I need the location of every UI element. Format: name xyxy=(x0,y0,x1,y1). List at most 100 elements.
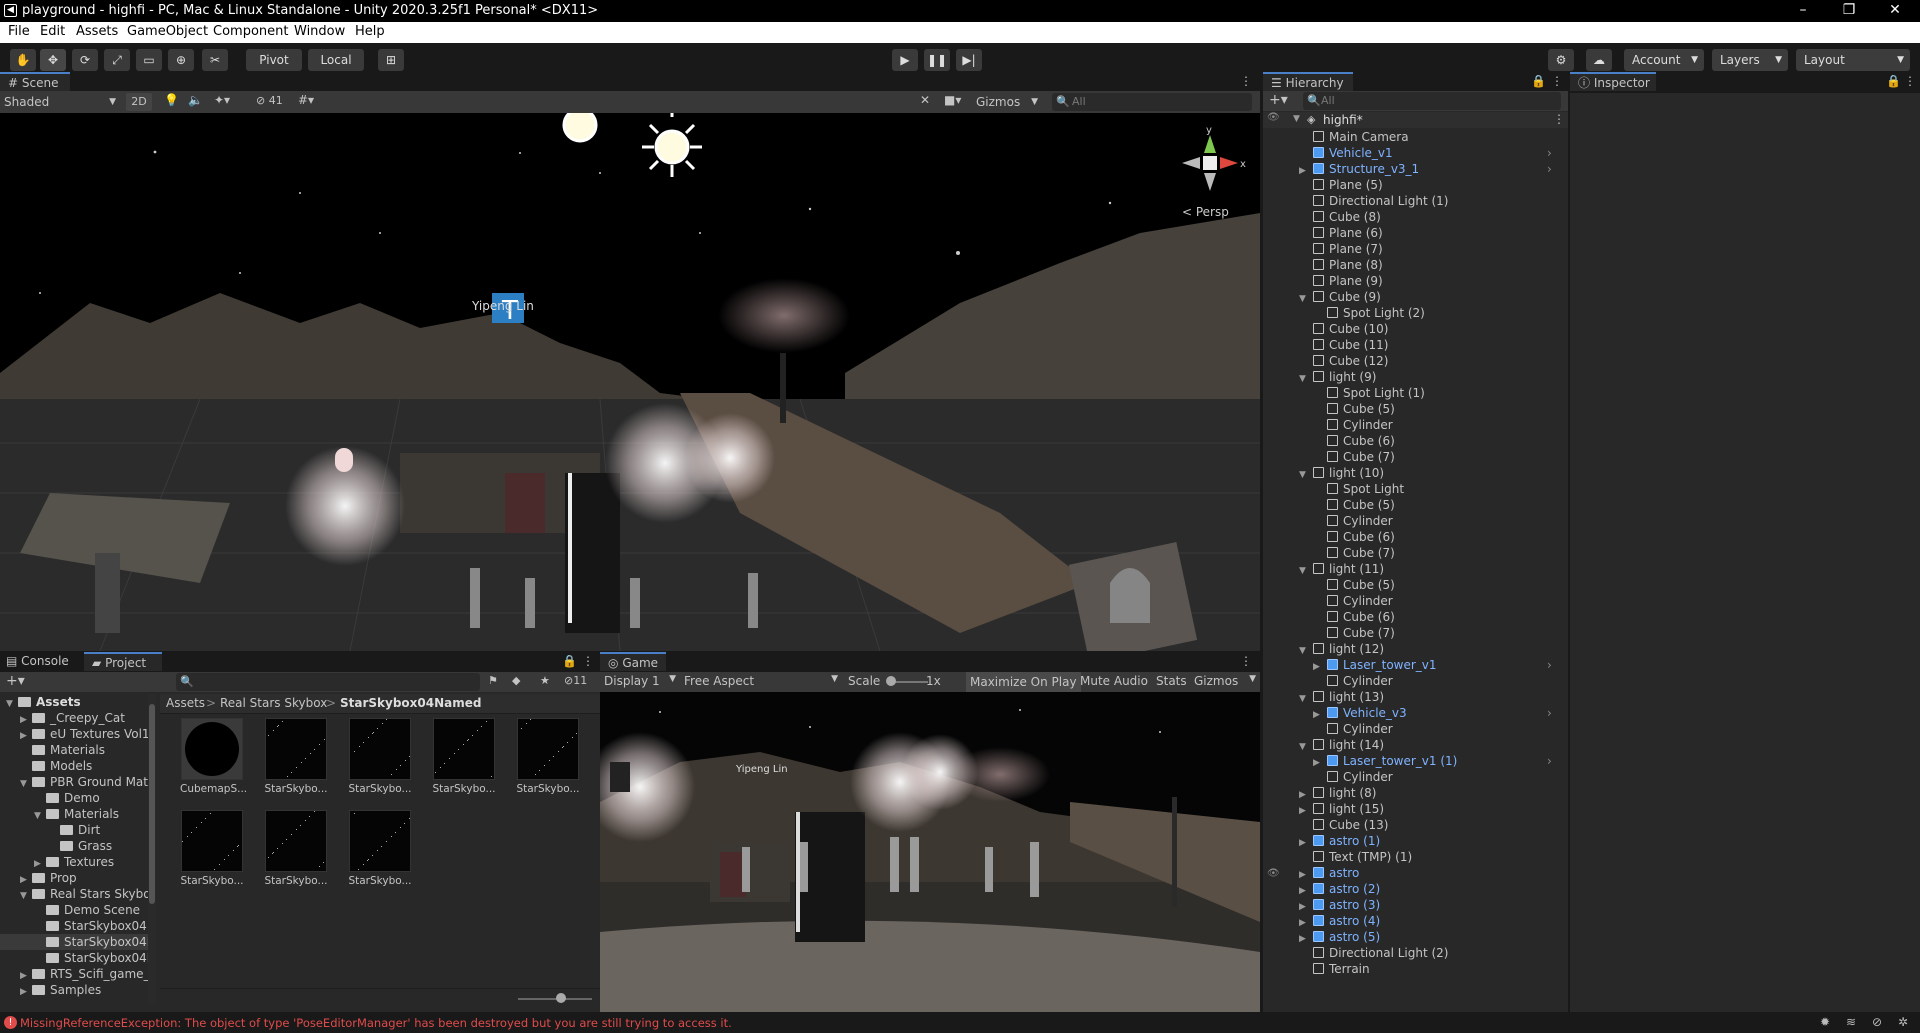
bug-report-icon[interactable]: ✹ xyxy=(1820,1015,1830,1029)
project-tree-item[interactable]: StarSkybox04N xyxy=(0,934,150,950)
hierarchy-item[interactable]: ▼ light (14) xyxy=(1263,737,1568,753)
visibility-eye-icon[interactable]: 👁 xyxy=(1267,112,1280,123)
inspector-menu-icon[interactable]: ⋮ xyxy=(1904,72,1918,91)
transform-tool-icon[interactable]: ⊕ xyxy=(168,49,194,71)
hierarchy-item[interactable]: Cube (7) xyxy=(1263,545,1568,561)
tab-inspector[interactable]: ⓘ Inspector xyxy=(1570,72,1656,91)
asset-item[interactable]: StarSkybo... xyxy=(348,810,412,887)
hierarchy-scene-root[interactable]: 👁 ▼ ◈ highfi* ⋮ xyxy=(1263,112,1568,128)
scene-root-menu-icon[interactable]: ⋮ xyxy=(1553,112,1565,126)
hierarchy-item[interactable]: Spot Light (1) xyxy=(1263,385,1568,401)
tab-console[interactable]: ▤ Console xyxy=(0,652,82,671)
pivot-toggle[interactable]: Pivot xyxy=(246,49,302,71)
local-toggle[interactable]: Local xyxy=(308,49,364,71)
hierarchy-item[interactable]: Cube (13) xyxy=(1263,817,1568,833)
scene-gizmos-dropdown[interactable]: Gizmos ▼ xyxy=(976,93,1040,111)
tab-game[interactable]: ◎ Game xyxy=(600,652,666,671)
open-prefab-icon[interactable]: › xyxy=(1547,161,1552,177)
menu-help[interactable]: Help xyxy=(355,24,385,39)
create-asset-icon[interactable]: +▾ xyxy=(6,673,25,689)
rotate-tool-icon[interactable]: ⟳ xyxy=(72,49,98,71)
breadcrumb-current[interactable]: StarSkybox04Named xyxy=(340,696,482,710)
menu-window[interactable]: Window xyxy=(294,24,345,39)
hierarchy-item[interactable]: Cube (11) xyxy=(1263,337,1568,353)
hierarchy-item[interactable]: Cylinder xyxy=(1263,513,1568,529)
play-button[interactable]: ▶ xyxy=(892,49,918,71)
hierarchy-item[interactable]: Cube (5) xyxy=(1263,497,1568,513)
asset-item[interactable]: StarSkybo... xyxy=(264,810,328,887)
visibility-eye-icon-2[interactable]: 👁 xyxy=(1267,868,1280,879)
hierarchy-item[interactable]: ▶ light (15) xyxy=(1263,801,1568,817)
hierarchy-item[interactable]: ▼ light (11) xyxy=(1263,561,1568,577)
root-expand-arrow[interactable]: ▼ xyxy=(1293,114,1300,124)
project-tree-item[interactable]: StarSkybox04 xyxy=(0,918,150,934)
menu-component[interactable]: Component xyxy=(213,24,288,39)
hierarchy-item[interactable]: ▼ Cube (9) xyxy=(1263,289,1568,305)
mute-audio-toggle[interactable]: Mute Audio xyxy=(1080,674,1148,688)
layers-dropdown[interactable]: Layers ▼ xyxy=(1712,49,1788,71)
add-object-icon[interactable]: +▾ xyxy=(1269,92,1288,108)
maximize-button[interactable]: ❐ xyxy=(1826,0,1872,22)
move-tool-icon[interactable]: ✥ xyxy=(40,49,66,71)
search-by-type-icon[interactable]: ⚑ xyxy=(488,674,498,687)
hierarchy-item[interactable]: Cube (12) xyxy=(1263,353,1568,369)
grid-toggle-icon[interactable]: #▾ xyxy=(298,93,314,107)
hierarchy-item[interactable]: Directional Light (1) xyxy=(1263,193,1568,209)
project-tree-item[interactable]: ▼ Materials xyxy=(0,806,150,822)
hierarchy-item[interactable]: Cube (7) xyxy=(1263,625,1568,641)
hierarchy-item[interactable]: Cube (6) xyxy=(1263,529,1568,545)
hierarchy-search-input[interactable]: 🔍 All xyxy=(1303,92,1561,110)
hierarchy-item[interactable]: ▶ Vehicle_v3 › xyxy=(1263,705,1568,721)
hierarchy-item[interactable]: ▶ astro (4) xyxy=(1263,913,1568,929)
project-hidden-counter[interactable]: ⊘11 xyxy=(564,674,587,687)
hierarchy-item[interactable]: Plane (5) xyxy=(1263,177,1568,193)
asset-item[interactable]: StarSkybo... xyxy=(348,718,412,795)
hierarchy-item[interactable]: Cube (6) xyxy=(1263,609,1568,625)
hierarchy-item[interactable]: Text (TMP) (1) xyxy=(1263,849,1568,865)
scene-search-input[interactable]: 🔍 All xyxy=(1052,93,1252,111)
grid-snap-icon[interactable]: ⊞ xyxy=(378,49,404,71)
project-tree-item[interactable]: ▶ Samples xyxy=(0,982,150,998)
hierarchy-item[interactable]: Cube (8) xyxy=(1263,209,1568,225)
maximize-on-play-toggle[interactable]: Maximize On Play xyxy=(966,672,1081,692)
project-tree-item[interactable]: ▶ _Creepy_Cat xyxy=(0,710,150,726)
pause-button[interactable]: ❚❚ xyxy=(924,49,950,71)
menu-assets[interactable]: Assets xyxy=(76,24,118,39)
debug-mode-icon[interactable]: ✲ xyxy=(1898,1015,1908,1029)
hierarchy-item[interactable]: Main Camera xyxy=(1263,129,1568,145)
hierarchy-item[interactable]: ▶ astro (3) xyxy=(1263,897,1568,913)
hierarchy-item[interactable]: ▼ light (9) xyxy=(1263,369,1568,385)
cloud-icon[interactable]: ☁ xyxy=(1586,49,1612,71)
hierarchy-item[interactable]: Cube (7) xyxy=(1263,449,1568,465)
hierarchy-item[interactable]: ▶ astro xyxy=(1263,865,1568,881)
hand-tool-icon[interactable]: ✋ xyxy=(10,49,36,71)
status-message[interactable]: MissingReferenceException: The object of… xyxy=(20,1016,732,1030)
project-tree-item[interactable]: ▼ Real Stars Skybo: xyxy=(0,886,150,902)
hierarchy-item[interactable]: Cube (5) xyxy=(1263,401,1568,417)
project-tree-item[interactable]: Materials xyxy=(0,742,150,758)
hierarchy-item[interactable]: Cylinder xyxy=(1263,417,1568,433)
project-tree-item[interactable]: ▶ Prop xyxy=(0,870,150,886)
project-tree-item[interactable]: ▼ Assets xyxy=(0,694,150,710)
account-dropdown[interactable]: Account ▼ xyxy=(1624,49,1704,71)
effects-toggle-icon[interactable]: ✦▾ xyxy=(214,93,230,107)
hierarchy-item[interactable]: Directional Light (2) xyxy=(1263,945,1568,961)
open-prefab-icon[interactable]: › xyxy=(1547,705,1552,721)
hierarchy-item[interactable]: Spot Light xyxy=(1263,481,1568,497)
hierarchy-item[interactable]: ▼ light (13) xyxy=(1263,689,1568,705)
tools-icon[interactable]: ✕ xyxy=(920,93,930,107)
progress-icon[interactable]: ≋ xyxy=(1846,1015,1856,1029)
hierarchy-item[interactable]: Plane (8) xyxy=(1263,257,1568,273)
asset-item[interactable]: StarSkybo... xyxy=(432,718,496,795)
menu-edit[interactable]: Edit xyxy=(40,24,65,39)
hierarchy-item[interactable]: Cylinder xyxy=(1263,673,1568,689)
hierarchy-item[interactable]: Cube (10) xyxy=(1263,321,1568,337)
tree-scrollbar[interactable] xyxy=(148,694,156,1004)
hierarchy-item[interactable]: ▶ astro (1) xyxy=(1263,833,1568,849)
perspective-label[interactable]: < Persp xyxy=(1182,205,1229,219)
asset-item[interactable]: StarSkybo... xyxy=(264,718,328,795)
hierarchy-item[interactable]: Cylinder xyxy=(1263,593,1568,609)
project-tree-item[interactable]: Models xyxy=(0,758,150,774)
menu-file[interactable]: File xyxy=(8,24,30,39)
tab-scene[interactable]: # Scene xyxy=(0,72,70,91)
